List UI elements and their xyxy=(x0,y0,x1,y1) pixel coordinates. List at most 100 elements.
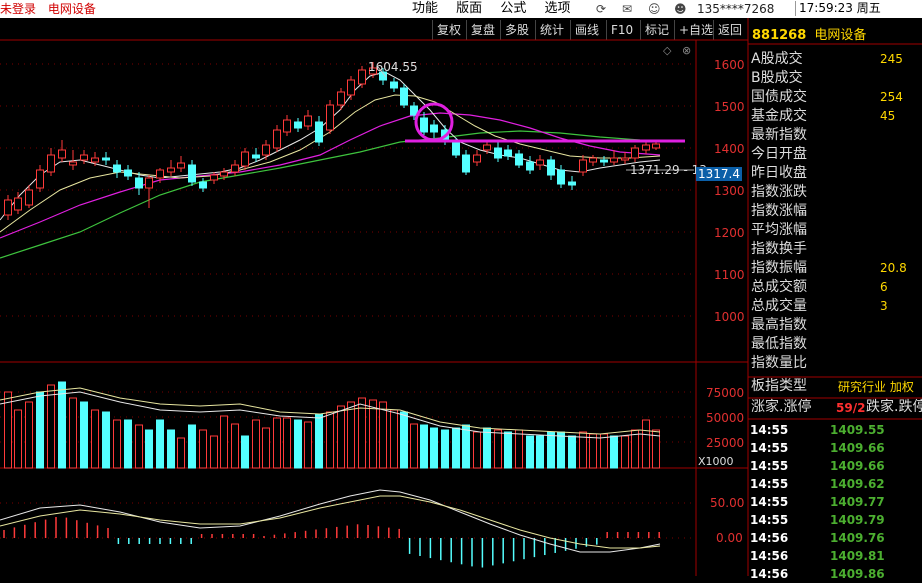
volume-bar xyxy=(156,419,164,469)
candle-body xyxy=(557,169,565,185)
tick-price: 1409.86 xyxy=(830,567,885,581)
volume-bar xyxy=(304,421,312,469)
volume-bar xyxy=(135,424,143,469)
candle-body xyxy=(390,81,398,89)
candle-body xyxy=(14,197,22,211)
volume-bar xyxy=(410,423,418,469)
stat-label: 总成交量 xyxy=(751,298,807,314)
candle-body xyxy=(568,181,576,186)
volume-bar xyxy=(504,431,512,469)
tick-row: 14:55 1409.77 xyxy=(750,493,885,511)
candle-body xyxy=(167,167,175,173)
close-icon[interactable]: ⊗ xyxy=(682,44,691,57)
candle-body xyxy=(430,124,438,133)
volume-bar xyxy=(25,401,33,469)
volume-bar xyxy=(14,409,22,469)
volume-bar xyxy=(568,435,576,469)
candle-body xyxy=(231,164,239,173)
type-value: 研究行业 加权 xyxy=(838,380,914,394)
stat-label: 指数涨幅 xyxy=(751,203,807,219)
tick-row: 14:56 1409.86 xyxy=(750,565,885,583)
tick-price: 1409.62 xyxy=(830,477,885,491)
volume-bar xyxy=(177,437,185,469)
candle-body xyxy=(304,115,312,127)
volume-bar xyxy=(241,435,249,469)
tick-row: 14:55 1409.66 xyxy=(750,457,885,475)
candle-body xyxy=(621,157,629,161)
tick-price: 1409.76 xyxy=(830,531,885,545)
stat-label: 平均涨幅 xyxy=(751,222,807,238)
price-tick-1300: 1300 xyxy=(714,184,745,198)
volume-tick-75000: 75000 xyxy=(706,386,745,400)
stat-label: 最低指数 xyxy=(751,336,807,352)
tick-time: 14:56 xyxy=(750,567,789,581)
candle-body xyxy=(294,121,302,129)
candle-body xyxy=(102,157,110,161)
tick-time: 14:55 xyxy=(750,423,789,437)
stat-label: 最新指数 xyxy=(751,127,807,143)
index-header: 881268 电网设备 xyxy=(752,24,866,43)
volume-bar xyxy=(536,435,544,469)
volume-bar xyxy=(124,419,132,469)
volume-bar xyxy=(69,397,77,469)
candle-body xyxy=(177,162,185,169)
tick-time: 14:55 xyxy=(750,459,789,473)
candle-body xyxy=(315,121,323,143)
candle-body xyxy=(36,169,44,189)
tick-row: 14:55 1409.79 xyxy=(750,511,885,529)
candle-body xyxy=(337,91,345,106)
candle-body xyxy=(652,143,660,149)
price-tick-1100: 1100 xyxy=(714,268,745,282)
volume-bar xyxy=(462,424,470,469)
candle-body xyxy=(494,147,502,159)
price-tick-1400: 1400 xyxy=(714,142,745,156)
stat-value: 45 xyxy=(880,109,896,123)
stat-label: 最高指数 xyxy=(751,317,807,333)
volume-bar xyxy=(337,405,345,469)
candle-body xyxy=(135,177,143,189)
tick-time: 14:55 xyxy=(750,477,789,491)
volume-bar xyxy=(420,424,428,469)
updown-label: 涨家.涨停 xyxy=(751,399,812,415)
tick-time: 14:56 xyxy=(750,531,789,545)
price-tick-1600: 1600 xyxy=(714,58,745,72)
candle-body xyxy=(220,171,228,177)
expand-icon[interactable]: ◇ xyxy=(663,44,671,57)
volume-bar xyxy=(494,429,502,469)
volume-bar xyxy=(430,427,438,469)
tick-price: 1409.79 xyxy=(830,513,885,527)
candle-body xyxy=(526,161,534,171)
candle-body xyxy=(600,159,608,163)
candle-body xyxy=(610,157,618,163)
volume-bar xyxy=(379,401,387,469)
volume-tick-50000: 50000 xyxy=(706,411,745,425)
stat-label: 指数换手 xyxy=(751,241,807,257)
volume-bar xyxy=(210,435,218,469)
stat-label: 总成交额 xyxy=(751,279,807,295)
stat-label: 基金成交 xyxy=(751,108,807,124)
tick-price: 1409.77 xyxy=(830,495,885,509)
candle-body xyxy=(91,157,99,163)
candle-body xyxy=(504,149,512,157)
volume-bar xyxy=(231,423,239,469)
volume-bar xyxy=(452,427,460,469)
candle-body xyxy=(536,159,544,166)
volume-bar xyxy=(642,419,650,469)
tick-price: 1409.66 xyxy=(830,459,885,473)
volume-bar xyxy=(220,415,228,469)
tick-row: 14:56 1409.81 xyxy=(750,547,885,565)
candle-body xyxy=(483,144,491,151)
stat-value: 6 xyxy=(880,280,888,294)
candle-body xyxy=(326,104,334,131)
candle-body xyxy=(113,164,121,173)
tick-row: 14:55 1409.66 xyxy=(750,439,885,457)
candle-body xyxy=(252,154,260,159)
candle-body xyxy=(515,153,523,166)
volume-series xyxy=(4,381,660,469)
price-tick-1200: 1200 xyxy=(714,226,745,240)
stat-label: 指数涨跌 xyxy=(751,184,807,200)
volume-bar xyxy=(473,431,481,469)
tick-time: 14:55 xyxy=(750,495,789,509)
candle-body xyxy=(452,141,460,156)
index-name: 电网设备 xyxy=(814,28,867,43)
